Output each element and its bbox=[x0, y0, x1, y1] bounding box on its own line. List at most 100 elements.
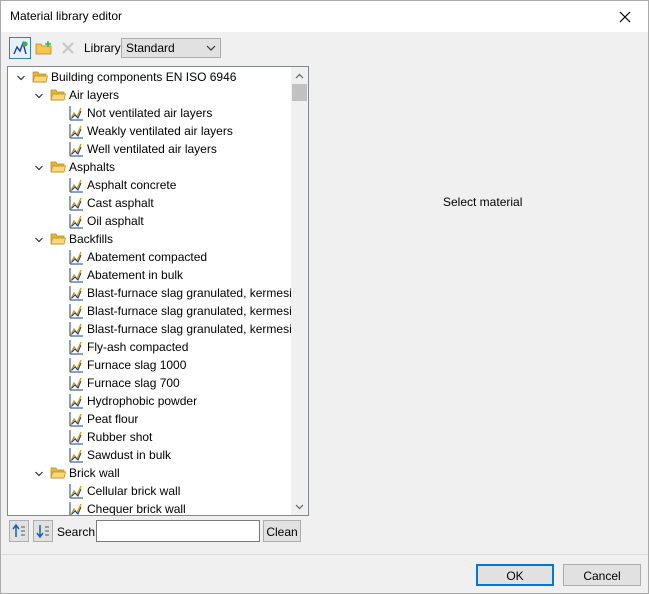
tree-material-item[interactable]: Abatement compacted bbox=[8, 248, 291, 266]
material-icon bbox=[68, 393, 84, 409]
material-label: Fly-ash compacted bbox=[87, 340, 189, 354]
material-icon bbox=[68, 357, 84, 373]
material-label: Blast-furnace slag granulated, kermesite… bbox=[87, 286, 291, 300]
new-folder-button[interactable] bbox=[33, 37, 55, 59]
material-label: Oil asphalt bbox=[87, 214, 144, 228]
tree-material-item[interactable]: Well ventilated air layers bbox=[8, 140, 291, 158]
material-icon bbox=[68, 429, 84, 445]
chevron-down-icon[interactable] bbox=[16, 72, 26, 82]
tree-material-item[interactable]: Sawdust in bulk bbox=[8, 446, 291, 464]
material-icon bbox=[68, 501, 84, 515]
material-icon bbox=[68, 447, 84, 463]
tree-material-item[interactable]: Rubber shot bbox=[8, 428, 291, 446]
material-icon bbox=[68, 141, 84, 157]
tree-folder[interactable]: Asphalts bbox=[8, 158, 291, 176]
tree-material-item[interactable]: Blast-furnace slag granulated, kermesite… bbox=[8, 320, 291, 338]
tree-material-item[interactable]: Cellular brick wall bbox=[8, 482, 291, 500]
material-icon bbox=[68, 123, 84, 139]
tree-material-item[interactable]: Chequer brick wall bbox=[8, 500, 291, 515]
open-folder-icon bbox=[50, 465, 66, 481]
material-icon bbox=[68, 321, 84, 337]
chevron-down-icon[interactable] bbox=[34, 468, 44, 478]
collapse-all-button[interactable] bbox=[9, 520, 29, 542]
tree-material-item[interactable]: Oil asphalt bbox=[8, 212, 291, 230]
tree-folder[interactable]: Brick wall bbox=[8, 464, 291, 482]
material-icon bbox=[68, 285, 84, 301]
cancel-button[interactable]: Cancel bbox=[563, 564, 641, 586]
ok-button[interactable]: OK bbox=[476, 564, 554, 586]
tree-material-item[interactable]: Hydrophobic powder bbox=[8, 392, 291, 410]
material-icon bbox=[68, 213, 84, 229]
material-tree: Building components EN ISO 6946 Air layer… bbox=[7, 66, 309, 516]
material-label: Sawdust in bulk bbox=[87, 448, 172, 462]
clean-button[interactable]: Clean bbox=[263, 520, 301, 542]
folder-label: Building components EN ISO 6946 bbox=[51, 70, 237, 84]
material-label: Cast asphalt bbox=[87, 196, 154, 210]
tree-material-item[interactable]: Peat flour bbox=[8, 410, 291, 428]
open-folder-icon bbox=[50, 87, 66, 103]
material-label: Blast-furnace slag granulated, kermesite… bbox=[87, 304, 291, 318]
material-label: Weakly ventilated air layers bbox=[87, 124, 233, 138]
tree-scrollbar[interactable] bbox=[291, 67, 308, 515]
material-label: Abatement in bulk bbox=[87, 268, 184, 282]
expand-all-button[interactable] bbox=[33, 520, 53, 542]
new-folder-icon bbox=[35, 41, 52, 55]
folder-label: Air layers bbox=[69, 88, 120, 102]
chevron-up-icon bbox=[295, 73, 304, 78]
chevron-down-icon bbox=[206, 45, 216, 51]
tree-folder-root[interactable]: Building components EN ISO 6946 bbox=[8, 68, 291, 86]
tree-material-item[interactable]: Furnace slag 700 bbox=[8, 374, 291, 392]
new-material-button[interactable] bbox=[9, 37, 31, 59]
material-icon bbox=[68, 195, 84, 211]
material-icon bbox=[68, 105, 84, 121]
folder-label: Brick wall bbox=[69, 466, 120, 480]
material-label: Not ventilated air layers bbox=[87, 106, 213, 120]
tree-content: Building components EN ISO 6946 Air layer… bbox=[8, 67, 291, 515]
expand-tree-icon bbox=[36, 525, 49, 539]
open-folder-icon bbox=[50, 159, 66, 175]
select-material-message: Select material bbox=[443, 195, 523, 209]
close-icon bbox=[619, 11, 631, 22]
material-label: Cellular brick wall bbox=[87, 484, 181, 498]
scroll-down-button[interactable] bbox=[291, 498, 308, 515]
tree-material-item[interactable]: Blast-furnace slag granulated, kermesite… bbox=[8, 284, 291, 302]
footer-divider bbox=[1, 554, 648, 555]
delete-icon bbox=[62, 42, 74, 54]
tree-material-item[interactable]: Not ventilated air layers bbox=[8, 104, 291, 122]
tree-material-item[interactable]: Weakly ventilated air layers bbox=[8, 122, 291, 140]
scroll-thumb[interactable] bbox=[292, 84, 307, 101]
material-label: Well ventilated air layers bbox=[87, 142, 217, 156]
new-material-icon bbox=[13, 40, 28, 55]
tree-material-item[interactable]: Fly-ash compacted bbox=[8, 338, 291, 356]
title-bar: Material library editor bbox=[1, 1, 648, 32]
material-icon bbox=[68, 339, 84, 355]
delete-button[interactable] bbox=[57, 37, 79, 59]
search-input[interactable] bbox=[96, 520, 260, 542]
material-icon bbox=[68, 303, 84, 319]
tree-material-item[interactable]: Asphalt concrete bbox=[8, 176, 291, 194]
tree-material-item[interactable]: Cast asphalt bbox=[8, 194, 291, 212]
material-label: Abatement compacted bbox=[87, 250, 208, 264]
material-icon bbox=[68, 177, 84, 193]
material-icon bbox=[68, 249, 84, 265]
scroll-up-button[interactable] bbox=[291, 67, 308, 84]
tree-material-item[interactable]: Blast-furnace slag granulated, kermesite… bbox=[8, 302, 291, 320]
tree-folder[interactable]: Backfills bbox=[8, 230, 291, 248]
tree-folder[interactable]: Air layers bbox=[8, 86, 291, 104]
open-folder-icon bbox=[32, 69, 48, 85]
tree-material-item[interactable]: Abatement in bulk bbox=[8, 266, 291, 284]
chevron-down-icon[interactable] bbox=[34, 162, 44, 172]
material-label: Asphalt concrete bbox=[87, 178, 177, 192]
material-label: Chequer brick wall bbox=[87, 502, 186, 515]
folder-label: Asphalts bbox=[69, 160, 116, 174]
close-button[interactable] bbox=[602, 1, 648, 32]
open-folder-icon bbox=[50, 231, 66, 247]
material-label: Blast-furnace slag granulated, kermesite… bbox=[87, 322, 291, 336]
window-title: Material library editor bbox=[10, 9, 123, 23]
library-dropdown[interactable]: Standard bbox=[121, 38, 221, 58]
tree-material-item[interactable]: Furnace slag 1000 bbox=[8, 356, 291, 374]
chevron-down-icon[interactable] bbox=[34, 234, 44, 244]
material-label: Furnace slag 700 bbox=[87, 376, 180, 390]
material-icon bbox=[68, 483, 84, 499]
chevron-down-icon[interactable] bbox=[34, 90, 44, 100]
